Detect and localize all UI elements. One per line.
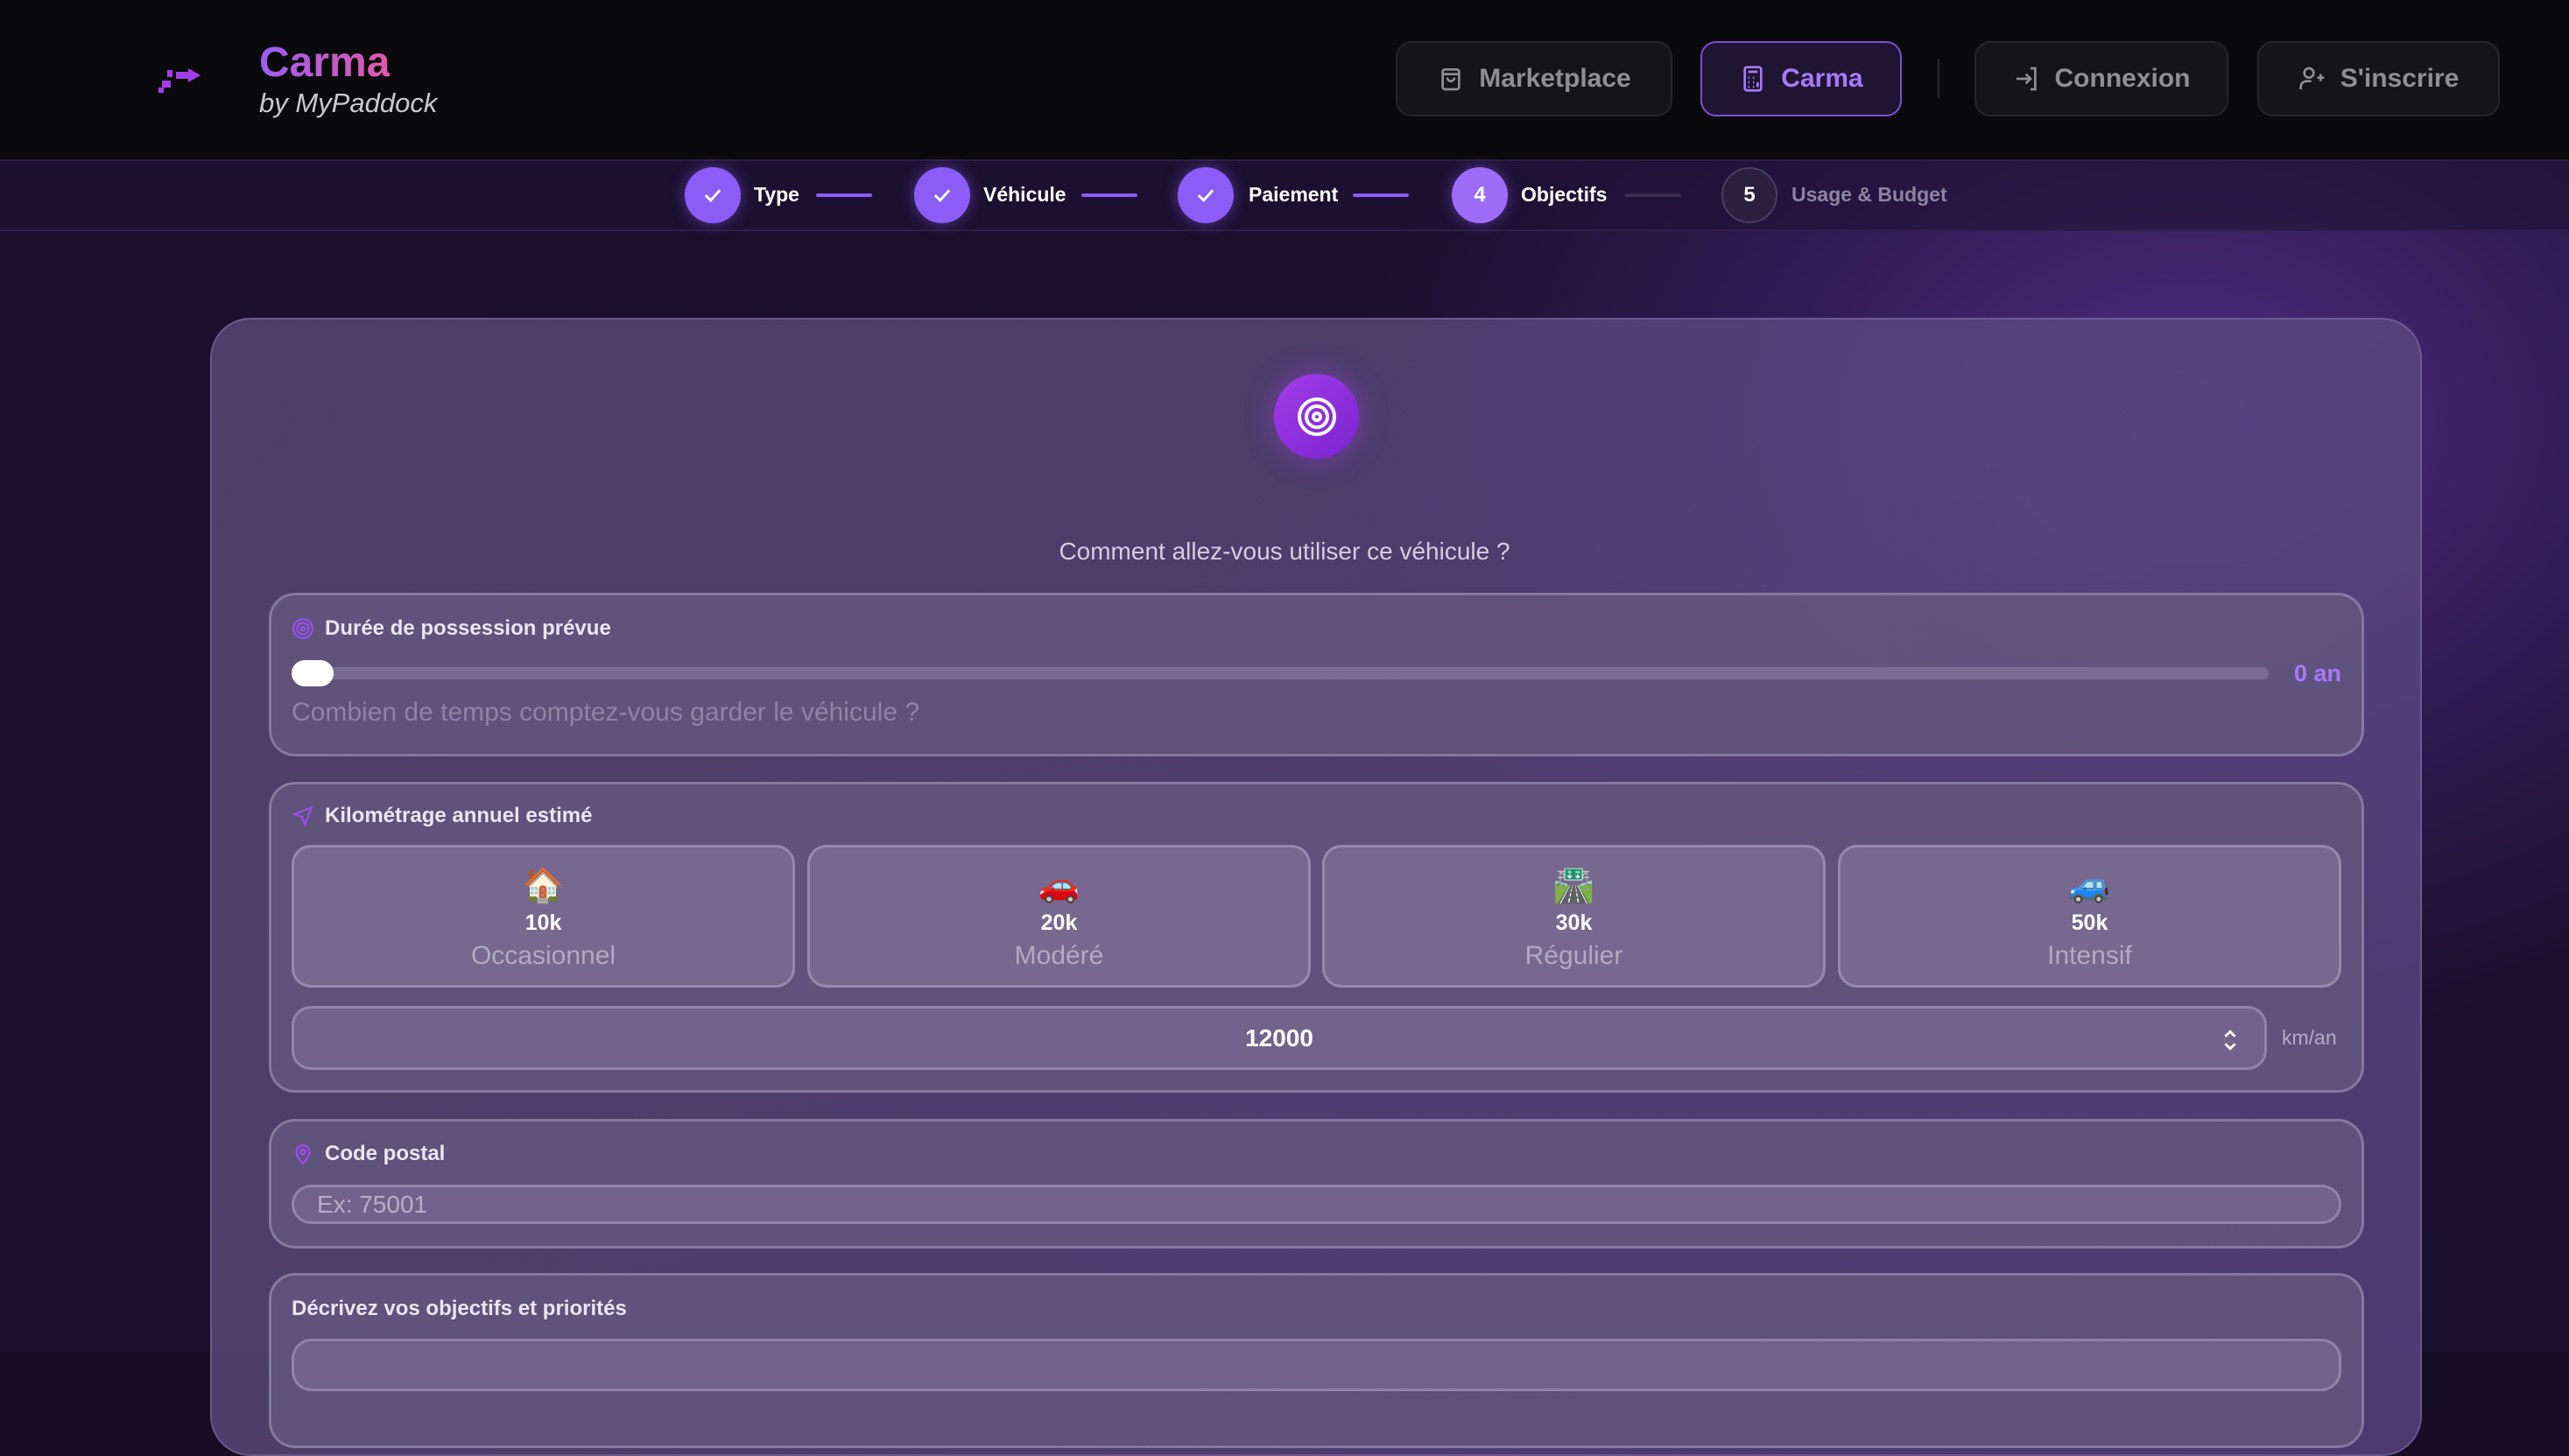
step-4-label: Objectifs [1521, 183, 1607, 207]
mileage-option-10k[interactable]: 🏠 10k Occasionnel [292, 845, 795, 988]
form-question: Comment allez-vous utiliser ce véhicule … [0, 538, 2569, 566]
step-connector [1081, 193, 1137, 197]
nav-label: S'inscrire [2340, 64, 2460, 94]
step-5-number[interactable]: 5 [1721, 167, 1777, 223]
option-km: 30k [1325, 911, 1823, 936]
mileage-option-50k[interactable]: 🚙 50k Intensif [1838, 845, 2341, 988]
step-connector [1625, 193, 1681, 197]
duration-label: Durée de possession prévue [292, 616, 611, 641]
calculator-icon [1739, 65, 1767, 93]
mileage-option-20k[interactable]: 🚗 20k Modéré [807, 845, 1311, 988]
step-1-label: Type [754, 183, 799, 207]
step-connector [1353, 193, 1409, 197]
step-1-check-icon[interactable] [685, 167, 741, 223]
mileage-label: Kilométrage annuel estimé [292, 804, 592, 828]
mileage-unit: km/an [2282, 1026, 2337, 1050]
step-3-label: Paiement [1249, 183, 1338, 207]
step-connector [816, 193, 872, 197]
nav-label: Connexion [2055, 64, 2191, 94]
postal-code-input[interactable]: Ex: 75001 [292, 1185, 2341, 1224]
option-label: Occasionnel [294, 941, 792, 971]
option-label: Modéré [810, 941, 1308, 971]
duration-slider-track[interactable] [292, 667, 2269, 679]
mileage-label-text: Kilométrage annuel estimé [325, 804, 592, 828]
option-km: 50k [1841, 911, 2339, 936]
goals-label: Décrivez vos objectifs et priorités [292, 1297, 627, 1321]
postal-label: Code postal [292, 1142, 445, 1166]
target-icon [1274, 374, 1359, 459]
step-3-check-icon[interactable] [1178, 167, 1234, 223]
shopping-bag-icon [1437, 65, 1465, 93]
user-plus-icon [2298, 65, 2326, 93]
mileage-option-30k[interactable]: 🛣️ 30k Régulier [1322, 845, 1826, 988]
duration-slider-thumb[interactable] [292, 660, 334, 686]
nav-login-button[interactable]: Connexion [1974, 41, 2228, 116]
postal-label-text: Code postal [325, 1142, 445, 1166]
target-icon [292, 617, 314, 640]
spinner-chevrons-icon[interactable] [2222, 1028, 2238, 1052]
motorway-icon: 🛣️ [1325, 867, 1823, 905]
option-km: 10k [294, 911, 792, 936]
postal-section [269, 1119, 2364, 1249]
logo-icon [158, 63, 220, 95]
nav-marketplace-button[interactable]: Marketplace [1396, 41, 1672, 116]
step-5-label: Usage & Budget [1791, 183, 1947, 207]
mileage-value: 12000 [1245, 1024, 1313, 1052]
login-icon [2013, 65, 2041, 93]
top-header: Carma by MyPaddock Marketplace Carma Con… [0, 0, 2569, 159]
duration-label-text: Durée de possession prévue [325, 616, 611, 641]
step-2-label: Véhicule [983, 183, 1066, 207]
nav-signup-button[interactable]: S'inscrire [2257, 41, 2500, 116]
suv-icon: 🚙 [1841, 867, 2339, 905]
step-4-number[interactable]: 4 [1452, 167, 1508, 223]
option-km: 20k [810, 911, 1308, 936]
map-pin-icon [292, 1143, 314, 1165]
nav-divider [1938, 60, 1939, 98]
nav-label: Carma [1781, 64, 1862, 94]
goals-textarea[interactable] [292, 1339, 2341, 1391]
option-label: Régulier [1325, 941, 1823, 971]
step-2-check-icon[interactable] [914, 167, 970, 223]
postal-placeholder: Ex: 75001 [317, 1191, 427, 1219]
brand-name[interactable]: Carma [259, 39, 390, 87]
mileage-number-input[interactable]: 12000 [292, 1006, 2267, 1070]
navigation-arrow-icon [292, 805, 314, 827]
duration-helper-text: Combien de temps comptez-vous garder le … [292, 698, 919, 728]
house-icon: 🏠 [294, 867, 792, 905]
option-label: Intensif [1841, 941, 2339, 971]
duration-value: 0 an [2294, 660, 2341, 687]
nav-carma-button[interactable]: Carma [1700, 41, 1902, 116]
brand-subtitle: by MyPaddock [259, 88, 437, 119]
nav-label: Marketplace [1479, 64, 1630, 94]
car-icon: 🚗 [810, 867, 1308, 905]
